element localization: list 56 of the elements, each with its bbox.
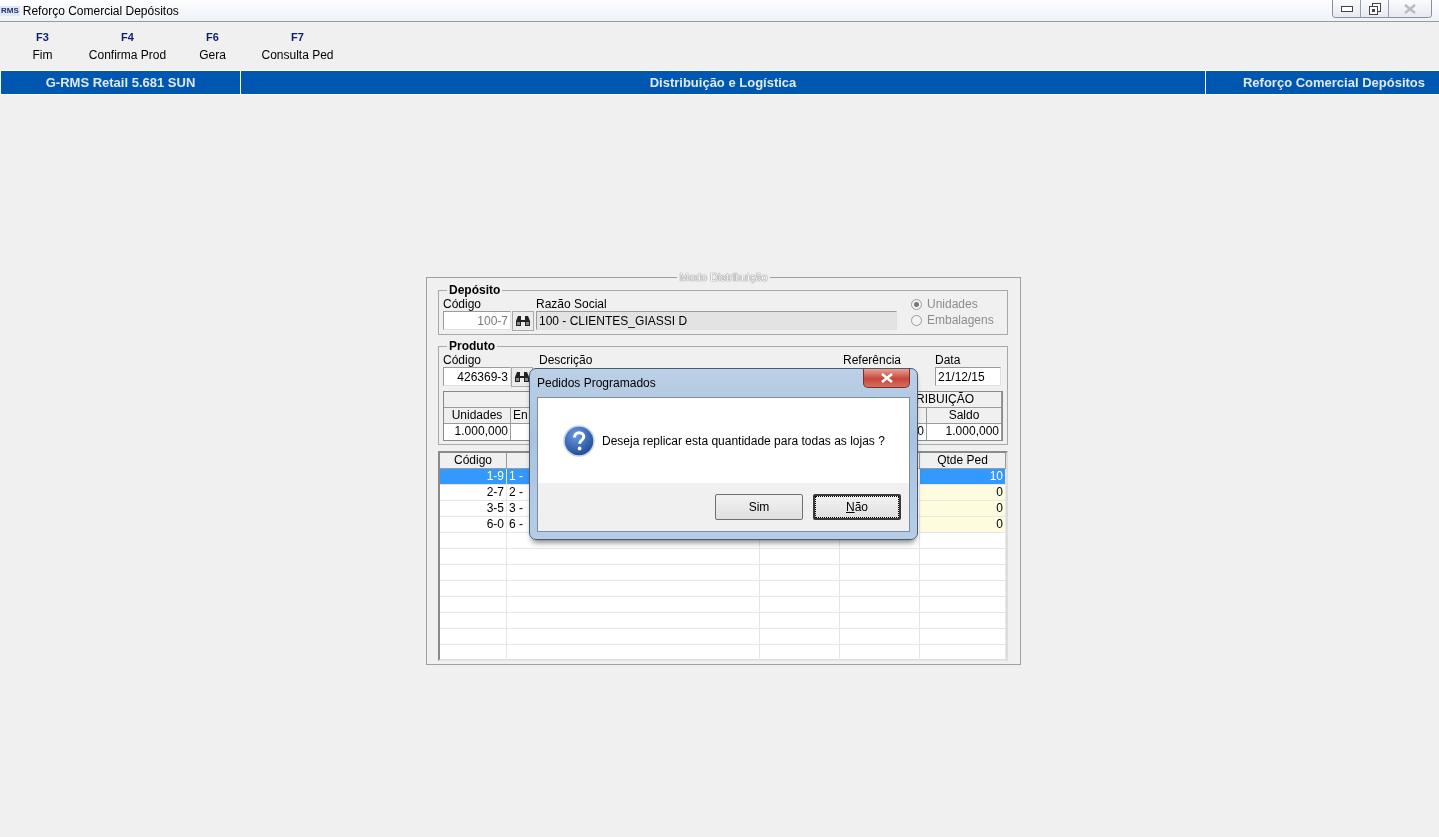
minimize-icon [1340, 5, 1353, 12]
table-cell: 1-9 [440, 469, 507, 485]
function-key-button[interactable]: F4 Confirma Prod [85, 22, 170, 70]
table-cell: 3-5 [440, 501, 507, 517]
field-label: Descrição [538, 353, 594, 367]
table-cell: 10 [920, 469, 1006, 485]
binoculars-icon [515, 315, 531, 327]
field-label: Código [443, 297, 483, 311]
field-label: Razão Social [536, 297, 608, 311]
function-key-button[interactable]: F3 Fim [0, 22, 85, 70]
column-header: Código [440, 453, 507, 469]
restore-button[interactable] [1361, 0, 1389, 17]
header-label: Reforço Comercial Depósitos [1205, 71, 1439, 94]
table-cell [440, 613, 507, 629]
group-title: Depósito [448, 283, 502, 297]
input-field[interactable]: 100 - CLIENTES_GIASSI D [536, 311, 897, 330]
input-field[interactable]: 426369-3 [443, 367, 511, 386]
table-cell: 0 [920, 485, 1006, 501]
column-header: Saldo [927, 408, 1002, 424]
dialog-button[interactable]: Não [813, 494, 901, 520]
window-title: Reforço Comercial Depósitos [22, 3, 179, 18]
input-field[interactable]: 100-7 [443, 311, 511, 330]
function-key-button[interactable]: F7 Consulta Ped [255, 22, 340, 70]
table-cell [440, 581, 507, 597]
close-icon [1404, 3, 1416, 14]
dialog-button[interactable]: Sim [715, 494, 803, 520]
binoculars-icon [514, 371, 530, 383]
table-cell: 2-7 [440, 485, 507, 501]
search-button[interactable] [512, 311, 534, 331]
function-key-button[interactable]: F6 Gera [170, 22, 255, 70]
app-logo: RMS [0, 5, 20, 16]
column-header: Qtde Ped [920, 453, 1006, 469]
table-cell [440, 549, 507, 565]
close-button[interactable] [863, 369, 910, 388]
table-cell: 0 [920, 501, 1006, 517]
column-header: Unidades [444, 408, 511, 424]
table-cell [440, 597, 507, 613]
field-label: Código [443, 353, 483, 367]
header-label: G-RMS Retail 5.681 SUN [0, 71, 240, 94]
header-label: Distribuição e Logística [240, 71, 1205, 94]
date-field[interactable]: 21/12/15 [935, 367, 1001, 386]
table-cell [440, 629, 507, 645]
group-title: Produto [448, 339, 496, 353]
question-icon [563, 424, 595, 457]
table-cell [440, 565, 507, 581]
table-cell [440, 645, 507, 661]
field-label: Referência [843, 353, 903, 367]
close-icon [880, 373, 893, 383]
table-cell: 6-0 [440, 517, 507, 533]
table-cell: 0 [920, 517, 1006, 533]
field-label: Data [935, 353, 962, 367]
dialog-message: Deseja replicar esta quantidade para todas as lojas ? [602, 433, 885, 448]
table-cell [440, 533, 507, 549]
restore-icon [1368, 2, 1381, 15]
minimize-button[interactable] [1333, 0, 1361, 17]
dialog-title: Pedidos Programados [537, 376, 656, 390]
